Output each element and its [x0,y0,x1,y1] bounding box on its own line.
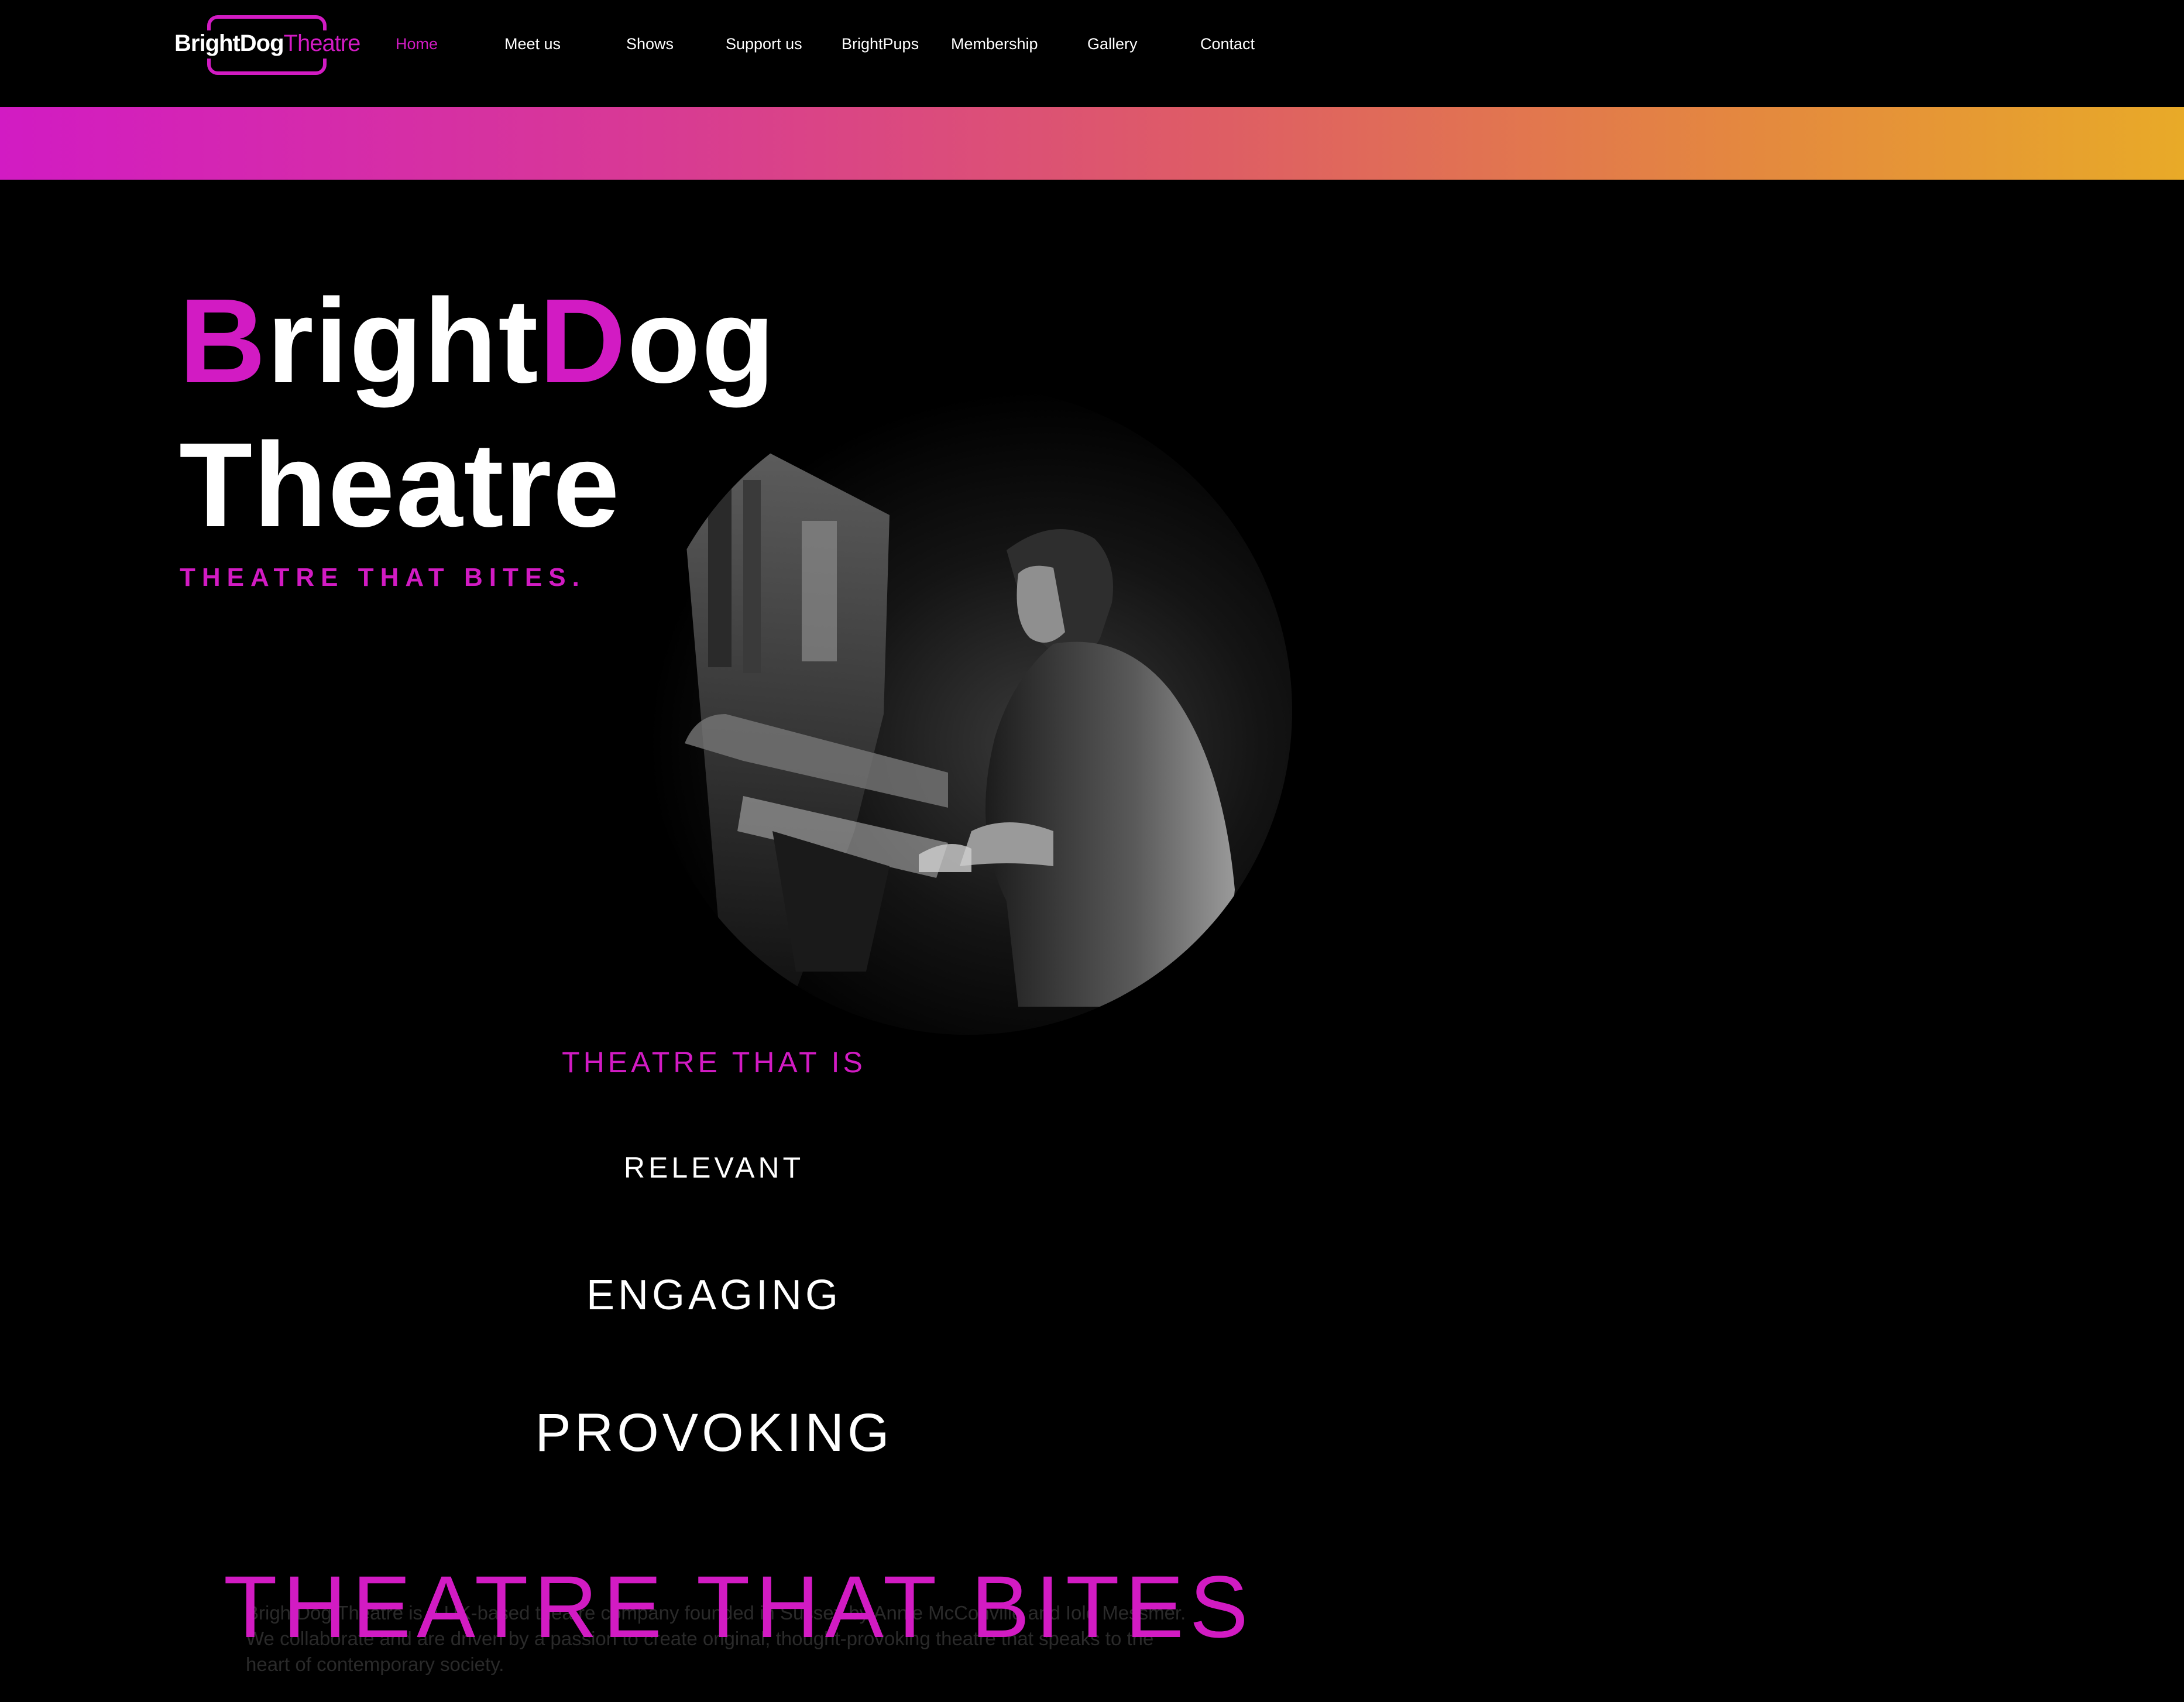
hero-tagline: THEATRE THAT BITES. [180,563,586,592]
nav-item-membership[interactable]: Membership [951,35,1038,53]
logo-suffix: Theatre [283,30,361,56]
page: BrightDogTheatre Home Meet us Shows Supp… [0,0,2184,1702]
hero-title-line-1: BrightDog [179,269,776,413]
hero-title-d: D [539,274,627,408]
word-list-intro: THEATRE THAT IS [562,1046,866,1079]
site-logo[interactable]: BrightDogTheatre [172,12,371,81]
logo-text: BrightDogTheatre [173,30,362,57]
word-provoking: PROVOKING [535,1403,893,1463]
hero-title-og: og [627,274,776,408]
hero-title: BrightDog Theatre [179,269,776,557]
section-heading: THEATRE THAT BITES [224,1557,1254,1656]
gradient-banner [0,107,2184,180]
nav-item-shows[interactable]: Shows [626,35,674,53]
nav-item-contact[interactable]: Contact [1200,35,1255,53]
word-relevant: RELEVANT [623,1151,805,1184]
nav-item-meet-us[interactable]: Meet us [504,35,561,53]
logo-brand: BrightDog [174,30,284,56]
top-nav: BrightDogTheatre Home Meet us Shows Supp… [0,0,2184,107]
nav-item-home[interactable]: Home [396,35,438,53]
hero-title-b: B [179,274,267,408]
hero-title-line-2: Theatre [179,418,621,552]
nav-item-gallery[interactable]: Gallery [1087,35,1138,53]
nav-item-brightpups[interactable]: BrightPups [842,35,919,53]
hero-title-right: right [267,274,540,408]
word-engaging: ENGAGING [586,1272,842,1319]
nav-item-support-us[interactable]: Support us [726,35,802,53]
